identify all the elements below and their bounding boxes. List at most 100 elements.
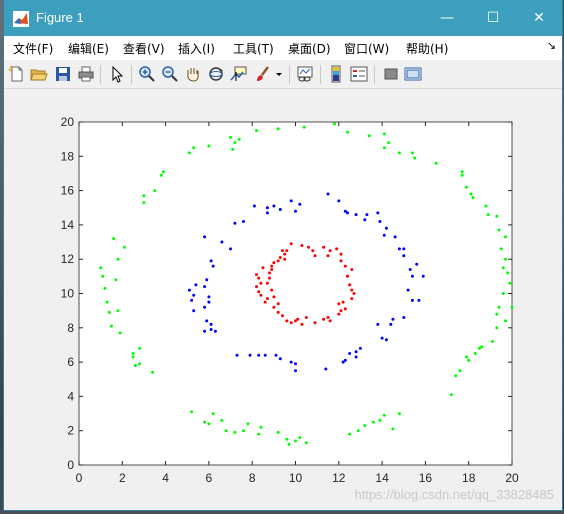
scatter-point-series-0	[495, 312, 499, 316]
scatter-point-series-2	[281, 314, 284, 318]
scatter-point-series-2	[272, 295, 276, 299]
insert-colorbar-icon[interactable]	[327, 65, 345, 83]
scatter-point-series-2	[268, 276, 271, 280]
scatter-point-series-1	[389, 322, 393, 326]
open-file-icon[interactable]	[30, 65, 48, 83]
zoom-in-icon[interactable]	[138, 65, 156, 83]
menu-bar: 文件(F) 编辑(E) 查看(V) 插入(I) 工具(T) 桌面(D) 窗口(W…	[4, 36, 562, 60]
scatter-point-series-0	[367, 134, 371, 138]
scatter-point-series-0	[382, 413, 386, 417]
scatter-point-series-0	[285, 437, 289, 441]
scatter-point-series-1	[209, 259, 213, 263]
scatter-point-series-2	[341, 300, 345, 304]
maximize-button[interactable]: ☐	[470, 0, 516, 36]
brush-dropdown-icon[interactable]	[274, 65, 284, 83]
menu-file[interactable]: 文件(F)	[13, 40, 53, 57]
scatter-point-series-0	[255, 129, 258, 133]
edit-plot-arrow-icon[interactable]	[108, 65, 126, 83]
scatter-point-series-1	[358, 346, 362, 350]
scatter-point-series-0	[304, 441, 308, 445]
scatter-plot[interactable]: 0 2 4 6 8 10 12 14 16 18 20 0 2 4 6 8 10 12 14 16 18 20	[4, 89, 562, 510]
scatter-point-series-0	[287, 442, 291, 446]
x-tick-label: 4	[162, 471, 169, 485]
scatter-point-series-2	[259, 281, 263, 285]
pan-hand-icon[interactable]	[184, 65, 202, 83]
menu-desktop[interactable]: 桌面(D)	[288, 40, 331, 57]
scatter-point-series-1	[326, 192, 330, 196]
scatter-point-series-2	[300, 244, 304, 247]
scatter-point-series-0	[103, 286, 107, 290]
scatter-point-series-1	[203, 285, 207, 289]
scatter-point-series-1	[289, 360, 293, 364]
scatter-point-series-2	[276, 259, 280, 263]
scatter-point-series-0	[131, 352, 135, 355]
figure-toolbar	[4, 60, 562, 89]
scatter-point-series-0	[159, 173, 163, 177]
scatter-point-series-0	[506, 271, 510, 275]
print-icon[interactable]	[77, 65, 95, 83]
scatter-point-series-1	[408, 268, 412, 271]
scatter-point-series-0	[101, 274, 105, 278]
scatter-point-series-0	[497, 305, 501, 309]
scatter-point-series-0	[363, 424, 367, 428]
x-tick-label: 20	[505, 471, 519, 485]
title-bar[interactable]: Figure 1 — ☐ ✕	[4, 0, 562, 36]
scatter-point-series-0	[356, 429, 360, 433]
scatter-point-series-1	[415, 262, 419, 266]
menu-view[interactable]: 查看(V)	[123, 40, 165, 57]
toolbar-separator	[289, 65, 290, 84]
link-plot-icon[interactable]	[296, 65, 314, 83]
scatter-point-series-0	[302, 125, 306, 129]
scatter-point-series-1	[298, 202, 302, 206]
scatter-point-series-0	[112, 237, 116, 241]
menu-tools[interactable]: 工具(T)	[233, 40, 274, 57]
scatter-point-series-2	[289, 321, 293, 325]
scatter-point-series-1	[194, 283, 198, 287]
menu-window[interactable]: 窗口(W)	[344, 40, 389, 57]
scatter-point-series-0	[495, 214, 499, 218]
scatter-point-series-1	[324, 367, 328, 371]
brush-icon[interactable]	[254, 65, 272, 83]
save-icon[interactable]	[54, 65, 72, 83]
scatter-point-series-0	[348, 432, 352, 436]
scatter-point-series-0	[391, 427, 395, 431]
scatter-point-series-1	[393, 235, 397, 239]
scatter-point-series-2	[268, 271, 271, 275]
scatter-point-series-1	[294, 362, 297, 366]
zoom-out-icon[interactable]	[161, 65, 179, 83]
data-cursor-icon[interactable]	[230, 65, 248, 83]
scatter-point-series-2	[261, 266, 265, 270]
toolbar-separator	[320, 65, 321, 84]
scatter-point-series-0	[276, 430, 280, 434]
scatter-point-series-2	[328, 249, 332, 253]
menu-insert[interactable]: 插入(I)	[178, 40, 215, 57]
scatter-point-series-0	[378, 418, 382, 422]
menu-help[interactable]: 帮助(H)	[406, 40, 448, 57]
scatter-point-series-1	[278, 208, 282, 211]
menu-edit[interactable]: 编辑(E)	[68, 40, 109, 57]
insert-legend-icon[interactable]	[350, 65, 368, 83]
scatter-point-series-2	[263, 300, 267, 304]
close-button[interactable]: ✕	[516, 0, 562, 36]
scatter-point-series-0	[410, 151, 414, 155]
x-tick-label: 0	[76, 471, 83, 485]
scatter-point-series-1	[220, 240, 224, 244]
scatter-point-series-0	[460, 170, 464, 174]
scatter-point-series-1	[354, 355, 358, 359]
menu-overflow-icon[interactable]: ↘	[547, 39, 556, 52]
scatter-point-series-1	[348, 352, 352, 355]
scatter-point-series-2	[270, 268, 274, 271]
scatter-point-series-0	[231, 147, 235, 151]
scatter-point-series-1	[187, 288, 191, 292]
scatter-point-series-2	[281, 249, 284, 253]
scatter-point-series-1	[211, 264, 215, 268]
scatter-point-series-0	[203, 420, 207, 424]
scatter-point-series-0	[501, 266, 505, 270]
scatter-point-series-2	[343, 264, 347, 268]
hide-plot-tools-icon[interactable]	[382, 65, 400, 83]
minimize-button[interactable]: —	[424, 0, 470, 36]
new-figure-icon[interactable]	[8, 65, 26, 83]
rotate-3d-icon[interactable]	[207, 65, 225, 83]
scatter-point-series-0	[501, 292, 505, 295]
show-plot-tools-icon[interactable]	[404, 65, 422, 83]
